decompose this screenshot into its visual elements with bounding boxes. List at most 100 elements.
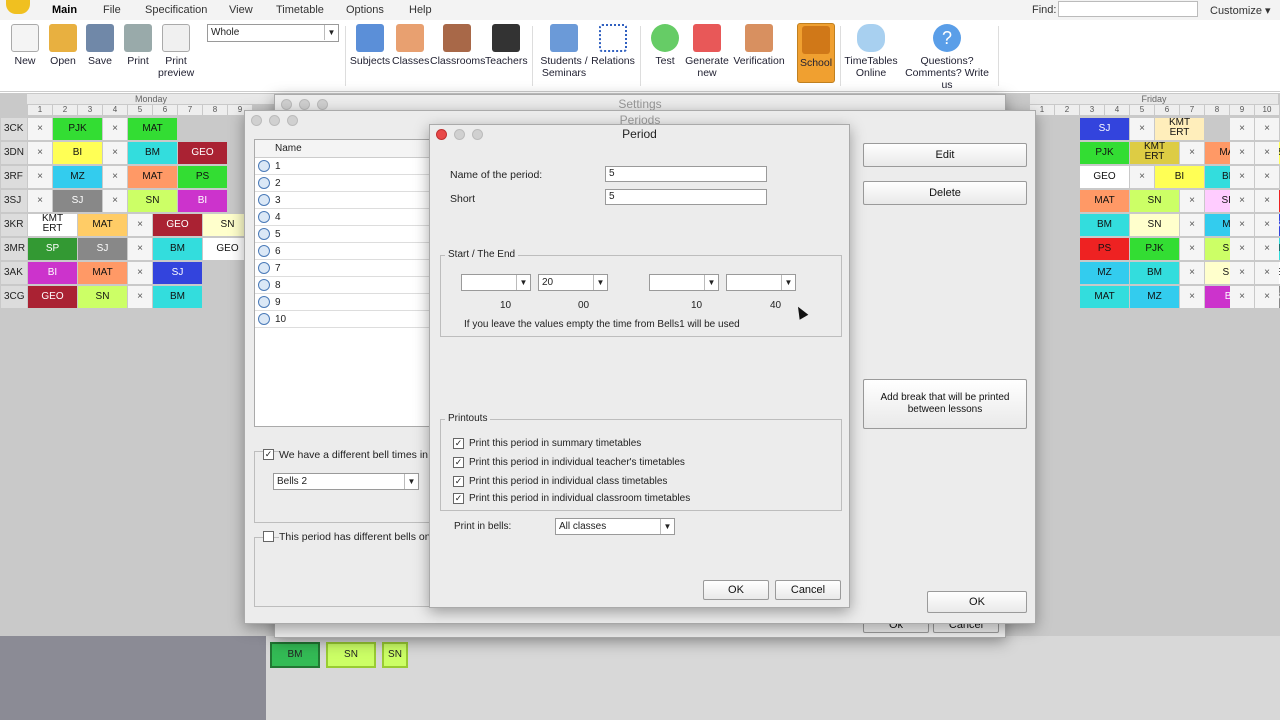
empty-slot-mark[interactable]: × — [128, 262, 152, 284]
period-short-input[interactable]: 5 — [605, 189, 767, 205]
test-button[interactable]: Test — [650, 24, 680, 67]
lesson-card[interactable]: GEO — [178, 142, 227, 164]
name-column-header[interactable]: Name — [255, 140, 433, 158]
lesson-card[interactable]: GEO — [153, 214, 202, 236]
classes-button[interactable]: Classes — [392, 24, 429, 67]
menu-timetable[interactable]: Timetable — [276, 4, 324, 16]
start-minute-select[interactable]: 20 ▼ — [538, 274, 608, 291]
lesson-card[interactable]: BI — [53, 142, 102, 164]
period-cancel-button[interactable]: Cancel — [775, 580, 841, 600]
generate-new-button[interactable]: Generate new — [684, 24, 730, 79]
app-logo[interactable] — [6, 0, 30, 14]
lesson-card[interactable]: BM — [270, 642, 320, 668]
empty-slot-mark[interactable]: × — [1230, 214, 1254, 236]
menu-options[interactable]: Options — [346, 4, 384, 16]
empty-slot-mark[interactable]: × — [1255, 262, 1279, 284]
lesson-card[interactable]: MZ — [53, 166, 102, 188]
print-class-checkbox[interactable]: ✓ — [453, 476, 464, 487]
class-row-label[interactable]: 3KR — [1, 214, 27, 236]
print-button[interactable]: Print — [121, 24, 155, 67]
lesson-card[interactable]: SN — [128, 190, 177, 212]
empty-slot-mark[interactable]: × — [1230, 190, 1254, 212]
lesson-card[interactable]: BM — [153, 238, 202, 260]
class-row-label[interactable]: 3CK — [1, 118, 27, 140]
save-button[interactable]: Save — [85, 24, 115, 67]
empty-slot-mark[interactable]: × — [1180, 286, 1204, 308]
period-list-item[interactable]: 7 — [255, 260, 433, 277]
lesson-card[interactable]: MAT — [78, 214, 127, 236]
periods-ok-button[interactable]: OK — [927, 591, 1027, 613]
period-list-item[interactable]: 4 — [255, 209, 433, 226]
diff-bells-checkbox[interactable]: ✓ — [263, 449, 274, 460]
verification-button[interactable]: Verification — [731, 24, 787, 67]
lesson-card[interactable]: BM — [128, 142, 177, 164]
teachers-button[interactable]: Teachers — [485, 24, 528, 67]
lesson-card[interactable]: MAT — [1080, 286, 1129, 308]
empty-slot-mark[interactable]: × — [1180, 262, 1204, 284]
period-list-item[interactable]: 8 — [255, 277, 433, 294]
lesson-card[interactable]: PS — [1080, 238, 1129, 260]
lesson-card[interactable]: PJK — [1080, 142, 1129, 164]
maximize-icon[interactable] — [472, 129, 483, 140]
menu-view[interactable]: View — [229, 4, 253, 16]
period-list-item[interactable]: 3 — [255, 192, 433, 209]
lesson-card[interactable]: BM — [1130, 262, 1179, 284]
print-preview-button[interactable]: Print preview — [158, 24, 194, 79]
lesson-card[interactable]: MZ — [1080, 262, 1129, 284]
lesson-card[interactable]: SN — [1130, 190, 1179, 212]
period-list-item[interactable]: 9 — [255, 294, 433, 311]
empty-slot-mark[interactable]: × — [1255, 118, 1279, 140]
period-name-input[interactable]: 5 — [605, 166, 767, 182]
period-diff-bells-checkbox[interactable] — [263, 531, 274, 542]
lesson-card[interactable]: MAT — [128, 118, 177, 140]
empty-slot-mark[interactable]: × — [1255, 214, 1279, 236]
empty-slot-mark[interactable]: × — [28, 118, 52, 140]
print-summary-checkbox[interactable]: ✓ — [453, 438, 464, 449]
empty-slot-mark[interactable]: × — [1130, 118, 1154, 140]
empty-slot-mark[interactable]: × — [1130, 166, 1154, 188]
period-list-item[interactable]: 2 — [255, 175, 433, 192]
view-select[interactable]: Whole ▼ — [207, 24, 339, 42]
empty-slot-mark[interactable]: × — [1230, 118, 1254, 140]
lesson-card[interactable]: SP — [28, 238, 77, 260]
timetables-online-button[interactable]: TimeTables Online — [844, 24, 898, 79]
empty-slot-mark[interactable]: × — [103, 190, 127, 212]
open-button[interactable]: Open — [46, 24, 80, 67]
empty-slot-mark[interactable]: × — [1180, 142, 1204, 164]
print-bells-select[interactable]: All classes ▼ — [555, 518, 675, 535]
lesson-card[interactable]: SJ — [1080, 118, 1129, 140]
empty-slot-mark[interactable]: × — [28, 142, 52, 164]
bells-select[interactable]: Bells 2 ▼ — [273, 473, 419, 490]
print-classroom-checkbox[interactable]: ✓ — [453, 493, 464, 504]
lesson-card[interactable]: BI — [178, 190, 227, 212]
empty-slot-mark[interactable]: × — [1230, 286, 1254, 308]
empty-slot-mark[interactable]: × — [1255, 166, 1279, 188]
delete-button[interactable]: Delete — [863, 181, 1027, 205]
lesson-card[interactable]: KMT ERT — [28, 214, 77, 236]
menu-main[interactable]: Main — [52, 4, 77, 16]
lesson-card[interactable]: SN — [1130, 214, 1179, 236]
period-list-item[interactable]: 10 — [255, 311, 433, 328]
empty-slot-mark[interactable]: × — [1255, 238, 1279, 260]
lesson-card[interactable]: SJ — [53, 190, 102, 212]
class-row-label[interactable]: 3DN — [1, 142, 27, 164]
period-list-item[interactable]: 6 — [255, 243, 433, 260]
add-break-button[interactable]: Add break that will be printed between l… — [863, 379, 1027, 429]
minimize-icon[interactable] — [454, 129, 465, 140]
period-ok-button[interactable]: OK — [703, 580, 769, 600]
lesson-card[interactable]: MAT — [78, 262, 127, 284]
menu-help[interactable]: Help — [409, 4, 432, 16]
questions-button[interactable]: ? Questions? Comments? Write us — [900, 24, 994, 91]
edit-button[interactable]: Edit — [863, 143, 1027, 167]
end-minute-select[interactable]: ▼ — [726, 274, 796, 291]
end-hour-select[interactable]: ▼ — [649, 274, 719, 291]
lesson-card[interactable]: PS — [178, 166, 227, 188]
empty-slot-mark[interactable]: × — [103, 166, 127, 188]
close-icon[interactable] — [436, 129, 447, 140]
customize-menu[interactable]: Customize ▾ — [1210, 4, 1271, 17]
empty-slot-mark[interactable]: × — [1255, 142, 1279, 164]
lesson-card[interactable]: MAT — [128, 166, 177, 188]
class-row-label[interactable]: 3SJ — [1, 190, 27, 212]
empty-slot-mark[interactable]: × — [28, 190, 52, 212]
lesson-card[interactable]: SJ — [153, 262, 202, 284]
